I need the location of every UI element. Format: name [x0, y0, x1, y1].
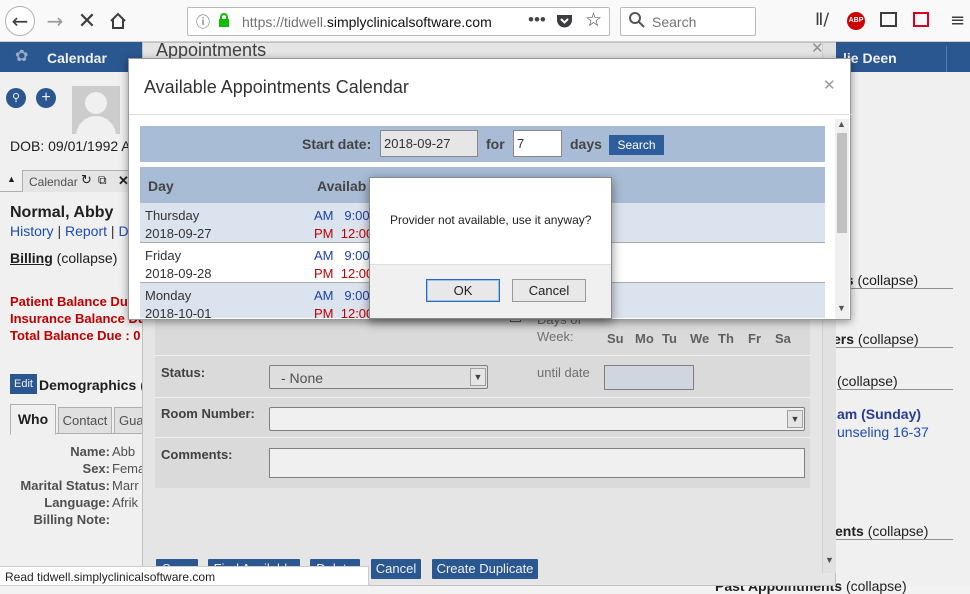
pm-slot[interactable]: PM 12:00	[314, 306, 373, 318]
adblock-icon[interactable]: ABP	[847, 12, 865, 30]
dialog-button-bar: OK Cancel	[370, 264, 611, 318]
info-icon[interactable]: ⓘ	[196, 12, 210, 32]
start-date-value: 2018-09-27	[384, 136, 451, 151]
url-text: https://tidwell.simplyclinicalsoftware.c…	[242, 14, 492, 30]
forward-icon[interactable]: →	[40, 6, 70, 36]
page-actions-icon[interactable]: •••	[528, 10, 546, 30]
stop-loading-icon[interactable]: ✕	[72, 6, 102, 36]
row-day: Thursday	[145, 208, 200, 223]
back-icon[interactable]: ←	[5, 6, 35, 36]
ok-button[interactable]: OK	[426, 279, 500, 302]
confirm-message: Provider not available, use it anyway?	[390, 213, 592, 227]
screenshot-icon[interactable]	[913, 12, 929, 27]
confirm-dialog: Provider not available, use it anyway? O…	[369, 177, 612, 319]
browser-status-bar: Read tidwell.simplyclinicalsoftware.com	[0, 566, 369, 586]
bookmark-star-icon[interactable]: ☆	[585, 9, 602, 31]
col-available-header: Availab	[317, 178, 367, 194]
lock-icon	[218, 13, 230, 31]
scroll-up-icon[interactable]: ▲	[837, 119, 846, 129]
scroll-down-icon[interactable]: ▼	[837, 303, 846, 313]
col-day-header: Day	[148, 178, 174, 194]
row-date: 2018-09-27	[145, 226, 212, 241]
close-calendar-icon[interactable]: ✕	[823, 76, 836, 94]
pm-slot[interactable]: PM 12:00	[314, 226, 373, 241]
cancel-button[interactable]: Cancel	[512, 279, 586, 302]
row-day: Monday	[145, 288, 192, 303]
scrollbar-thumb[interactable]	[837, 133, 847, 233]
search-icon	[628, 11, 646, 32]
sidebar-icon[interactable]	[880, 12, 897, 27]
row-date: 2018-09-28	[145, 266, 212, 281]
start-date-label: Start date:	[302, 136, 372, 152]
pm-slot[interactable]: PM 12:00	[314, 266, 373, 281]
library-icon[interactable]: Ⅱ∕	[815, 10, 829, 30]
days-input[interactable]: 7	[513, 130, 562, 157]
url-bar[interactable]: ⓘ https://tidwell.simplyclinicalsoftware…	[187, 7, 610, 36]
search-button[interactable]: Search	[609, 135, 664, 155]
browser-toolbar: ← → ✕ ⓘ https://tidwell.simplyclinicalso…	[0, 0, 970, 42]
am-slot[interactable]: AM 9:00	[314, 288, 370, 303]
row-date: 2018-10-01	[145, 306, 212, 318]
start-date-input[interactable]: 2018-09-27	[380, 130, 478, 157]
search-placeholder: Search	[652, 14, 697, 30]
calendar-modal-title: Available Appointments Calendar	[144, 77, 409, 97]
home-icon[interactable]	[103, 6, 133, 36]
days-value: 7	[517, 136, 525, 151]
search-bar[interactable]: Search	[620, 7, 756, 36]
menu-icon[interactable]: ≡	[950, 10, 965, 31]
am-slot[interactable]: AM 9:00	[314, 208, 370, 223]
am-slot[interactable]: AM 9:00	[314, 248, 370, 263]
date-search-bar: Start date: 2018-09-27 for 7 days Search	[140, 126, 825, 162]
inner-scrollbar[interactable]: ▲ ▼	[835, 119, 849, 319]
pocket-icon[interactable]	[556, 13, 573, 32]
days-label: days	[570, 136, 602, 152]
row-day: Friday	[145, 248, 182, 263]
for-label: for	[486, 136, 505, 152]
